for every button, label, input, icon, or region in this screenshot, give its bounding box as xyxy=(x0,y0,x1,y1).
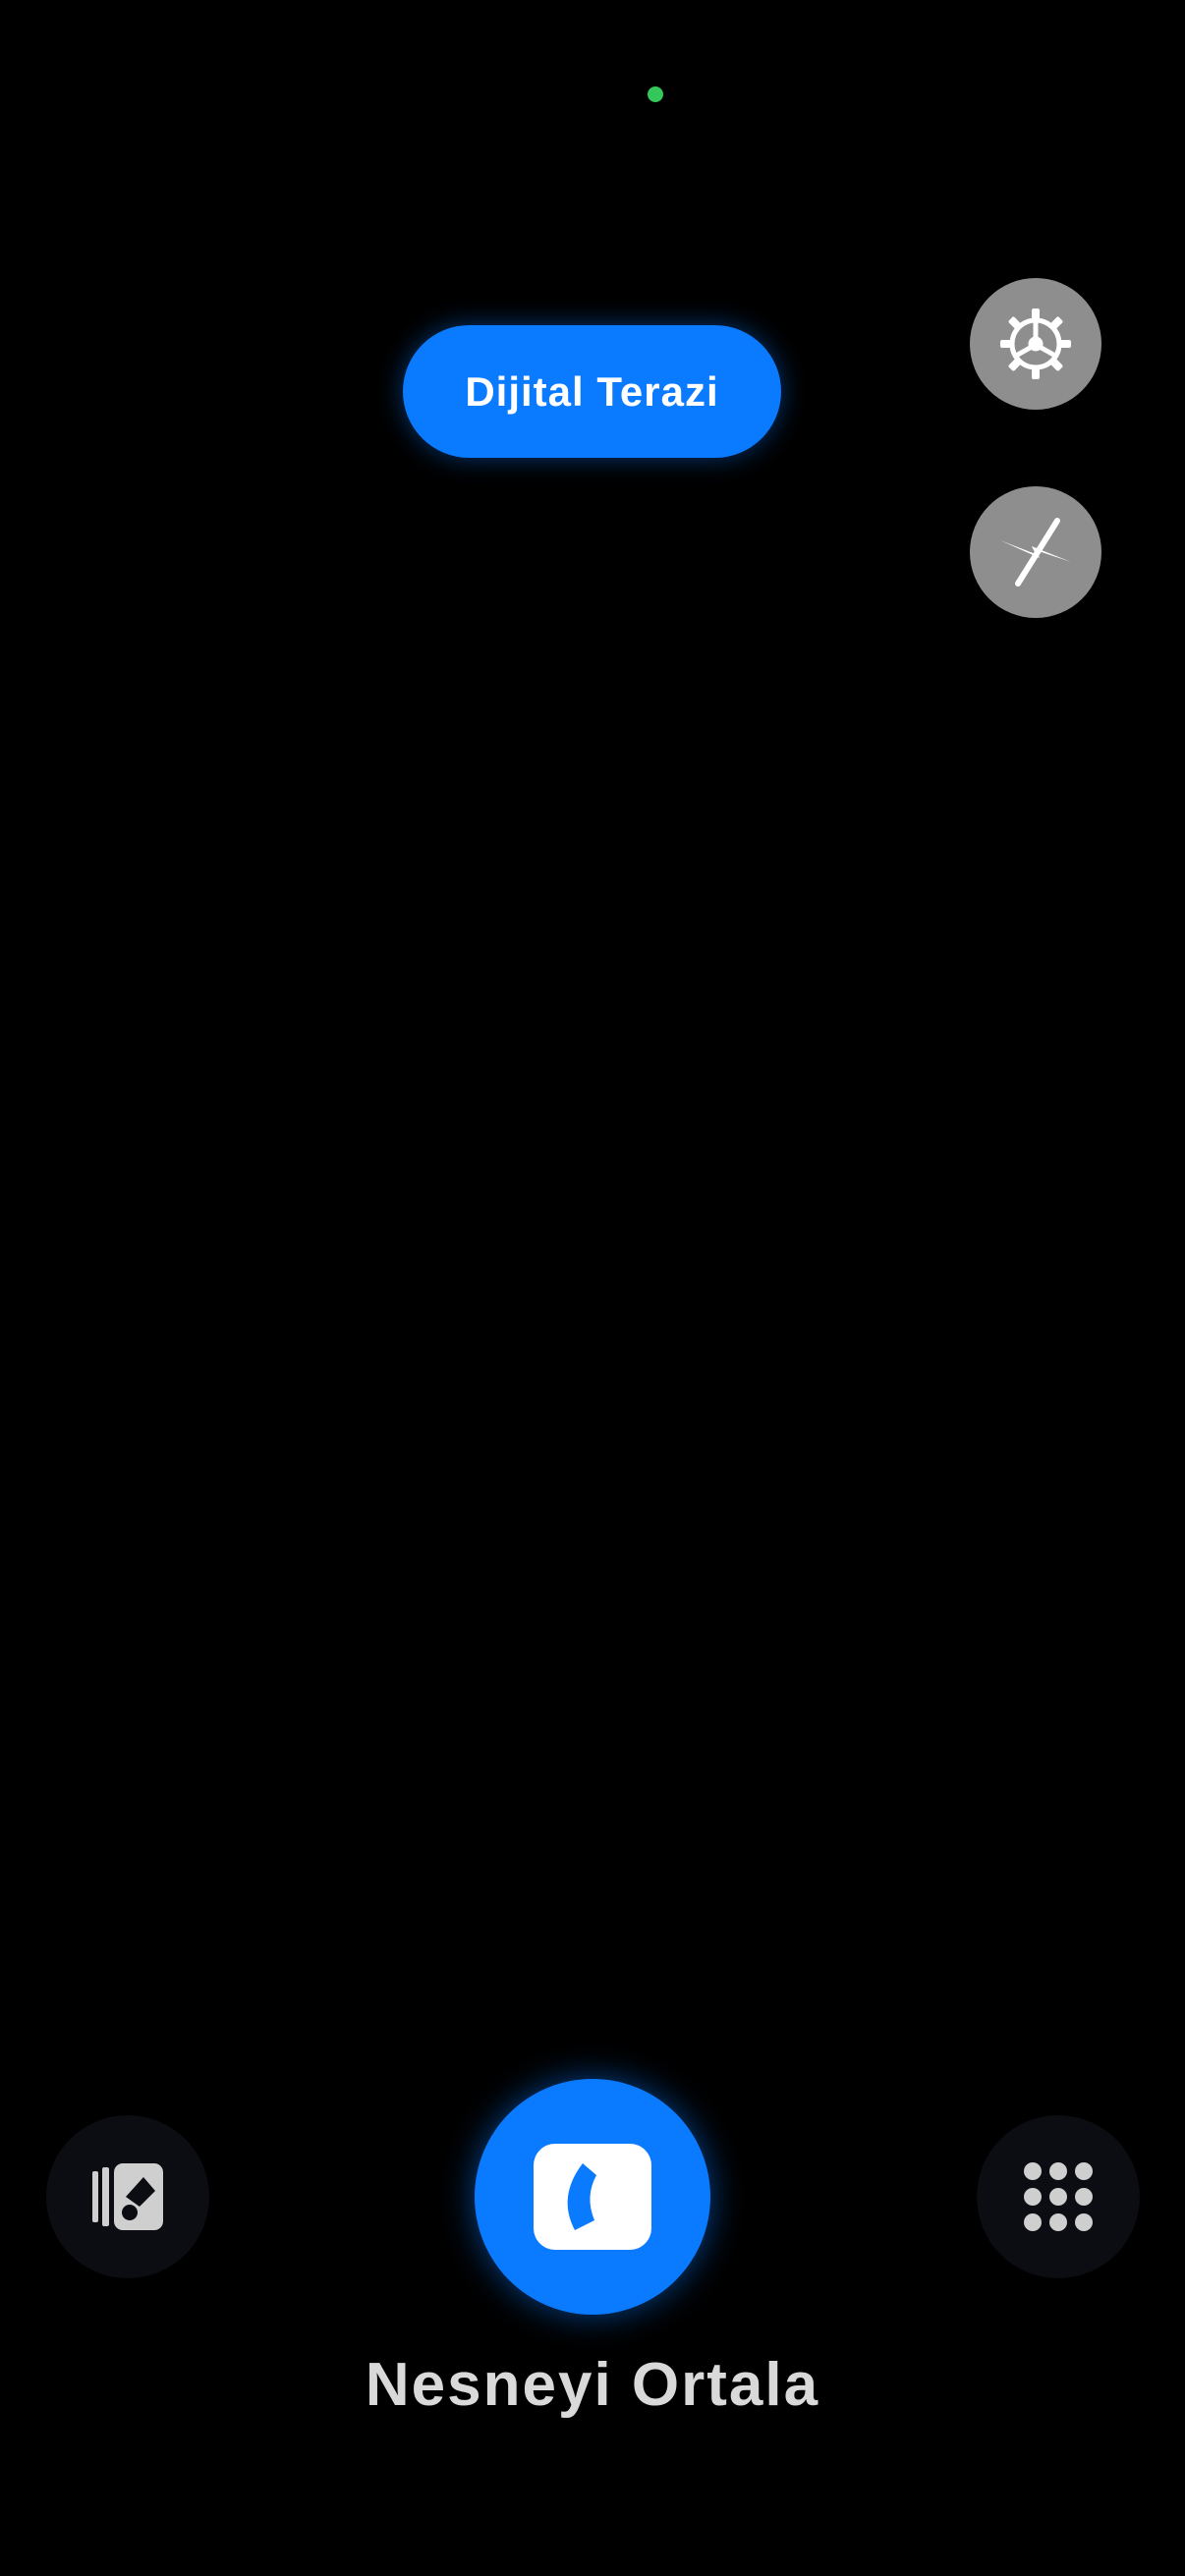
grid-menu-icon xyxy=(1024,2162,1093,2231)
gallery-button[interactable] xyxy=(46,2115,209,2278)
capture-button[interactable] xyxy=(475,2079,710,2315)
mode-button[interactable]: Dijital Terazi xyxy=(403,325,781,458)
instruction-text: Nesneyi Ortala xyxy=(365,2351,820,2419)
flash-toggle-button[interactable] xyxy=(970,486,1101,618)
mode-label: Dijital Terazi xyxy=(465,367,719,415)
scale-capture-icon xyxy=(534,2144,651,2250)
menu-button[interactable] xyxy=(977,2115,1140,2278)
settings-button[interactable] xyxy=(970,278,1101,410)
camera-in-use-indicator xyxy=(648,86,663,102)
gallery-icon xyxy=(92,2163,163,2230)
camera-screen: Dijital Terazi Nesneyi Ortala xyxy=(0,0,1185,2576)
flash-off-icon xyxy=(1000,518,1071,587)
gear-icon xyxy=(1000,308,1071,379)
